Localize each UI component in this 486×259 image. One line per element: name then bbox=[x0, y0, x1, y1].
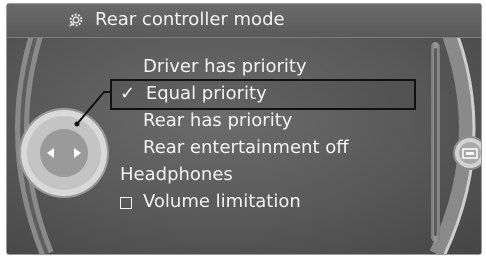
header-bar: Rear controller mode bbox=[7, 4, 481, 38]
right-bezel-arc bbox=[429, 4, 475, 254]
gear-icon bbox=[69, 13, 83, 27]
menu-item-label: Driver has priority bbox=[143, 56, 307, 77]
pointer-dot bbox=[74, 121, 80, 127]
check-icon: ✓ bbox=[120, 83, 136, 104]
pointer-line bbox=[76, 91, 111, 125]
menu-item-label: Equal priority bbox=[145, 83, 267, 104]
controller-knob[interactable] bbox=[19, 108, 109, 198]
menu-item-rear-priority[interactable]: Rear has priority bbox=[143, 110, 292, 132]
menu-item-rear-entertainment-off[interactable]: Rear entertainment off bbox=[143, 137, 349, 159]
menu-item-equal-priority[interactable]: ✓ Equal priority bbox=[120, 83, 267, 105]
volume-limitation-checkbox[interactable] bbox=[120, 197, 132, 209]
menu-item-driver-priority[interactable]: Driver has priority bbox=[143, 56, 307, 78]
section-label-headphones: Headphones bbox=[120, 164, 233, 185]
scrollbar-groove bbox=[434, 48, 437, 236]
option-volume-limitation[interactable]: Volume limitation bbox=[143, 191, 301, 213]
idrive-screen: Rear controller mode Driver has priority… bbox=[6, 3, 482, 255]
option-label: Volume limitation bbox=[143, 191, 301, 212]
page-title: Rear controller mode bbox=[95, 9, 285, 30]
menu-item-label: Rear entertainment off bbox=[143, 137, 349, 158]
menu-item-label: Rear has priority bbox=[143, 110, 293, 131]
